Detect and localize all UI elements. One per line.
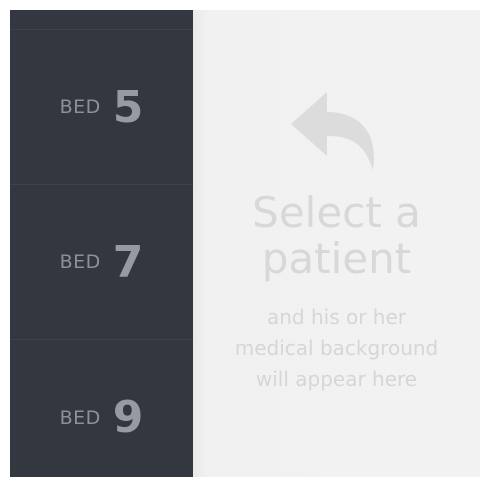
app-frame: BED 5 BED 7 BED 9 Select a patient and h… (10, 10, 480, 477)
bed-item-5[interactable]: BED 5 (10, 30, 193, 185)
placeholder-subtext: and his or her medical background will a… (212, 302, 462, 395)
subtext-line: will appear here (255, 367, 418, 391)
bed-number: 9 (112, 392, 144, 443)
subtext-line: and his or her (266, 305, 406, 329)
patient-detail-panel: Select a patient and his or her medical … (193, 10, 480, 477)
bed-item-9[interactable]: BED 9 (10, 340, 193, 477)
bed-number: 5 (112, 81, 144, 133)
sidebar-top-item[interactable] (10, 10, 193, 30)
bed-label: BED (59, 251, 101, 273)
bed-sidebar: BED 5 BED 7 BED 9 (10, 10, 193, 477)
bed-number: 7 (112, 236, 144, 288)
bed-label: BED (59, 406, 101, 429)
bed-item-7[interactable]: BED 7 (10, 185, 193, 340)
subtext-line: medical background (234, 336, 439, 360)
placeholder-headline: Select a patient (252, 190, 421, 282)
reply-arrow-icon (290, 92, 374, 170)
headline-line: Select a (252, 188, 421, 237)
headline-line: patient (261, 234, 412, 283)
bed-label: BED (59, 96, 101, 118)
